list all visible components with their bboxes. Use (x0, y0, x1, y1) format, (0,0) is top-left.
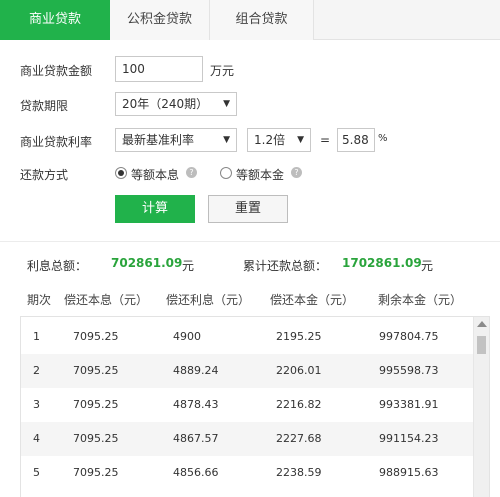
amount-input[interactable]: 100 (115, 56, 203, 82)
table-cell: 2 (33, 364, 40, 377)
table-cell: 3 (33, 398, 40, 411)
table-cell: 2195.25 (276, 330, 322, 343)
radio-equal-installment[interactable] (115, 167, 127, 179)
table-cell: 7095.25 (73, 398, 119, 411)
scrollbar-thumb[interactable] (477, 336, 486, 354)
dropdown-arrow-icon: ▼ (297, 135, 304, 145)
column-header-interest: 偿还利息（元） (166, 293, 251, 307)
table-cell: 997804.75 (379, 330, 439, 343)
rate-multiplier-value: 1.2倍 (254, 133, 286, 147)
repayment-schedule-table[interactable]: 1 7095.25 4900 2195.25 997804.75 2 7095.… (20, 316, 490, 497)
term-select-value: 20年（240期） (122, 97, 209, 111)
help-icon[interactable]: ? (291, 167, 302, 178)
calculate-button[interactable]: 计算 (115, 195, 195, 223)
rate-multiplier-select[interactable]: 1.2倍 ▼ (247, 128, 311, 152)
table-cell: 2216.82 (276, 398, 322, 411)
repayment-total-unit: 元 (421, 259, 434, 273)
table-cell: 4867.57 (173, 432, 219, 445)
repay-method-label: 还款方式 (20, 168, 69, 182)
term-label: 贷款期限 (20, 99, 69, 113)
table-cell: 4 (33, 432, 40, 445)
radio-equal-principal[interactable] (220, 167, 232, 179)
table-cell: 4856.66 (173, 466, 219, 479)
tab-provident-fund-loan[interactable]: 公积金贷款 (110, 0, 210, 40)
dropdown-arrow-icon: ▼ (223, 135, 230, 145)
rate-type-select[interactable]: 最新基准利率 ▼ (115, 128, 237, 152)
column-header-principal: 偿还本金（元） (270, 293, 355, 307)
table-cell: 4889.24 (173, 364, 219, 377)
table-cell: 991154.23 (379, 432, 439, 445)
percent-sign: % (378, 133, 388, 144)
amount-label: 商业贷款金额 (20, 64, 93, 78)
table-cell: 7095.25 (73, 364, 119, 377)
column-header-payment: 偿还本息（元） (64, 293, 149, 307)
interest-total-value: 702861.09 (111, 256, 183, 270)
interest-total-unit: 元 (182, 259, 195, 273)
table-row: 2 7095.25 4889.24 2206.01 995598.73 (21, 354, 475, 388)
repayment-total-value: 1702861.09 (342, 256, 422, 270)
table-row: 3 7095.25 4878.43 2216.82 993381.91 (21, 388, 475, 422)
interest-total-label: 利息总额： (27, 259, 88, 273)
rate-label: 商业贷款利率 (20, 135, 93, 149)
table-cell: 7095.25 (73, 432, 119, 445)
table-row: 5 7095.25 4856.66 2238.59 988915.63 (21, 456, 475, 490)
table-cell: 995598.73 (379, 364, 439, 377)
table-cell: 2227.68 (276, 432, 322, 445)
table-cell: 5 (33, 466, 40, 479)
table-cell: 2206.01 (276, 364, 322, 377)
column-header-period: 期次 (27, 293, 52, 307)
column-header-remaining: 剩余本金（元） (378, 293, 463, 307)
repayment-total-label: 累计还款总额： (243, 259, 328, 273)
dropdown-arrow-icon: ▼ (223, 99, 230, 109)
tab-combined-loan[interactable]: 组合贷款 (210, 0, 314, 40)
table-cell: 2238.59 (276, 466, 322, 479)
table-cell: 4878.43 (173, 398, 219, 411)
rate-type-value: 最新基准利率 (122, 133, 195, 147)
repay-option-equal-principal[interactable]: 等额本金 (236, 166, 284, 183)
loan-type-tabs: 商业贷款 公积金贷款 组合贷款 (0, 0, 500, 40)
rate-result-input[interactable]: 5.88 (337, 128, 375, 152)
table-row: 1 7095.25 4900 2195.25 997804.75 (21, 320, 475, 354)
table-cell: 7095.25 (73, 330, 119, 343)
equals-sign: = (320, 133, 331, 147)
scroll-up-arrow-icon[interactable] (477, 321, 487, 327)
amount-unit: 万元 (210, 64, 235, 78)
section-divider (0, 241, 500, 242)
tab-commercial-loan[interactable]: 商业贷款 (0, 0, 110, 40)
term-select[interactable]: 20年（240期） ▼ (115, 92, 237, 116)
repay-option-equal-installment[interactable]: 等额本息 (131, 166, 179, 183)
table-cell: 1 (33, 330, 40, 343)
table-scrollbar[interactable] (473, 317, 489, 497)
table-row: 4 7095.25 4867.57 2227.68 991154.23 (21, 422, 475, 456)
reset-button[interactable]: 重置 (208, 195, 288, 223)
help-icon[interactable]: ? (186, 167, 197, 178)
table-cell: 988915.63 (379, 466, 439, 479)
table-cell: 7095.25 (73, 466, 119, 479)
table-cell: 993381.91 (379, 398, 439, 411)
table-cell: 4900 (173, 330, 201, 343)
